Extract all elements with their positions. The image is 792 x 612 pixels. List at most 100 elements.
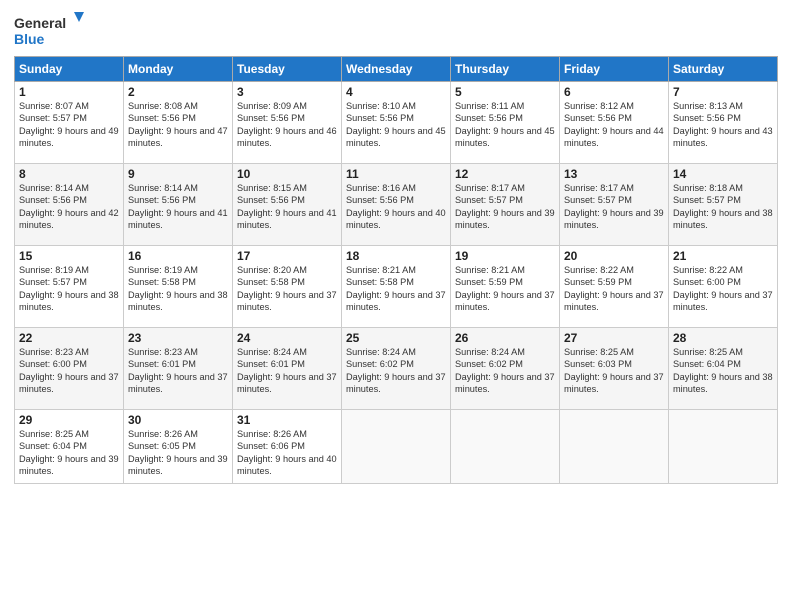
calendar-cell: 13 Sunrise: 8:17 AMSunset: 5:57 PMDaylig… xyxy=(560,164,669,246)
cell-info: Sunrise: 8:14 AMSunset: 5:56 PMDaylight:… xyxy=(19,183,119,230)
day-number: 5 xyxy=(455,85,555,99)
calendar-cell: 21 Sunrise: 8:22 AMSunset: 6:00 PMDaylig… xyxy=(669,246,778,328)
calendar-cell: 4 Sunrise: 8:10 AMSunset: 5:56 PMDayligh… xyxy=(342,82,451,164)
weekday-header-saturday: Saturday xyxy=(669,57,778,82)
calendar-cell: 30 Sunrise: 8:26 AMSunset: 6:05 PMDaylig… xyxy=(124,410,233,484)
logo: General Blue xyxy=(14,10,84,50)
cell-info: Sunrise: 8:22 AMSunset: 5:59 PMDaylight:… xyxy=(564,265,664,312)
day-number: 25 xyxy=(346,331,446,345)
day-number: 12 xyxy=(455,167,555,181)
cell-info: Sunrise: 8:09 AMSunset: 5:56 PMDaylight:… xyxy=(237,101,337,148)
day-number: 3 xyxy=(237,85,337,99)
cell-info: Sunrise: 8:07 AMSunset: 5:57 PMDaylight:… xyxy=(19,101,119,148)
calendar-cell: 2 Sunrise: 8:08 AMSunset: 5:56 PMDayligh… xyxy=(124,82,233,164)
cell-info: Sunrise: 8:08 AMSunset: 5:56 PMDaylight:… xyxy=(128,101,228,148)
weekday-header-thursday: Thursday xyxy=(451,57,560,82)
day-number: 23 xyxy=(128,331,228,345)
day-number: 4 xyxy=(346,85,446,99)
weekday-header-sunday: Sunday xyxy=(15,57,124,82)
cell-info: Sunrise: 8:25 AMSunset: 6:04 PMDaylight:… xyxy=(19,429,119,476)
day-number: 15 xyxy=(19,249,119,263)
day-number: 17 xyxy=(237,249,337,263)
cell-info: Sunrise: 8:23 AMSunset: 6:01 PMDaylight:… xyxy=(128,347,228,394)
calendar-cell: 9 Sunrise: 8:14 AMSunset: 5:56 PMDayligh… xyxy=(124,164,233,246)
calendar-cell xyxy=(669,410,778,484)
day-number: 8 xyxy=(19,167,119,181)
cell-info: Sunrise: 8:25 AMSunset: 6:04 PMDaylight:… xyxy=(673,347,773,394)
day-number: 28 xyxy=(673,331,773,345)
calendar-cell: 20 Sunrise: 8:22 AMSunset: 5:59 PMDaylig… xyxy=(560,246,669,328)
day-number: 14 xyxy=(673,167,773,181)
cell-info: Sunrise: 8:24 AMSunset: 6:02 PMDaylight:… xyxy=(346,347,446,394)
day-number: 27 xyxy=(564,331,664,345)
page-container: General Blue SundayMondayTuesdayWednesda… xyxy=(0,0,792,492)
day-number: 6 xyxy=(564,85,664,99)
day-number: 9 xyxy=(128,167,228,181)
day-number: 31 xyxy=(237,413,337,427)
calendar-cell: 1 Sunrise: 8:07 AMSunset: 5:57 PMDayligh… xyxy=(15,82,124,164)
day-number: 18 xyxy=(346,249,446,263)
calendar-cell xyxy=(342,410,451,484)
day-number: 13 xyxy=(564,167,664,181)
cell-info: Sunrise: 8:13 AMSunset: 5:56 PMDaylight:… xyxy=(673,101,773,148)
calendar-cell: 17 Sunrise: 8:20 AMSunset: 5:58 PMDaylig… xyxy=(233,246,342,328)
day-number: 7 xyxy=(673,85,773,99)
cell-info: Sunrise: 8:19 AMSunset: 5:58 PMDaylight:… xyxy=(128,265,228,312)
day-number: 2 xyxy=(128,85,228,99)
logo-svg: General Blue xyxy=(14,10,84,50)
calendar-cell: 27 Sunrise: 8:25 AMSunset: 6:03 PMDaylig… xyxy=(560,328,669,410)
calendar-cell: 14 Sunrise: 8:18 AMSunset: 5:57 PMDaylig… xyxy=(669,164,778,246)
cell-info: Sunrise: 8:10 AMSunset: 5:56 PMDaylight:… xyxy=(346,101,446,148)
cell-info: Sunrise: 8:19 AMSunset: 5:57 PMDaylight:… xyxy=(19,265,119,312)
cell-info: Sunrise: 8:18 AMSunset: 5:57 PMDaylight:… xyxy=(673,183,773,230)
cell-info: Sunrise: 8:24 AMSunset: 6:02 PMDaylight:… xyxy=(455,347,555,394)
weekday-header-wednesday: Wednesday xyxy=(342,57,451,82)
calendar-cell: 16 Sunrise: 8:19 AMSunset: 5:58 PMDaylig… xyxy=(124,246,233,328)
calendar-cell: 29 Sunrise: 8:25 AMSunset: 6:04 PMDaylig… xyxy=(15,410,124,484)
svg-text:Blue: Blue xyxy=(14,31,45,47)
day-number: 11 xyxy=(346,167,446,181)
calendar-cell: 24 Sunrise: 8:24 AMSunset: 6:01 PMDaylig… xyxy=(233,328,342,410)
cell-info: Sunrise: 8:11 AMSunset: 5:56 PMDaylight:… xyxy=(455,101,555,148)
calendar-cell: 6 Sunrise: 8:12 AMSunset: 5:56 PMDayligh… xyxy=(560,82,669,164)
cell-info: Sunrise: 8:14 AMSunset: 5:56 PMDaylight:… xyxy=(128,183,228,230)
calendar-cell: 11 Sunrise: 8:16 AMSunset: 5:56 PMDaylig… xyxy=(342,164,451,246)
header: General Blue xyxy=(14,10,778,50)
cell-info: Sunrise: 8:21 AMSunset: 5:59 PMDaylight:… xyxy=(455,265,555,312)
day-number: 30 xyxy=(128,413,228,427)
cell-info: Sunrise: 8:24 AMSunset: 6:01 PMDaylight:… xyxy=(237,347,337,394)
cell-info: Sunrise: 8:26 AMSunset: 6:05 PMDaylight:… xyxy=(128,429,228,476)
calendar-cell: 31 Sunrise: 8:26 AMSunset: 6:06 PMDaylig… xyxy=(233,410,342,484)
cell-info: Sunrise: 8:25 AMSunset: 6:03 PMDaylight:… xyxy=(564,347,664,394)
calendar-cell: 18 Sunrise: 8:21 AMSunset: 5:58 PMDaylig… xyxy=(342,246,451,328)
cell-info: Sunrise: 8:21 AMSunset: 5:58 PMDaylight:… xyxy=(346,265,446,312)
calendar-cell: 26 Sunrise: 8:24 AMSunset: 6:02 PMDaylig… xyxy=(451,328,560,410)
calendar-cell: 15 Sunrise: 8:19 AMSunset: 5:57 PMDaylig… xyxy=(15,246,124,328)
calendar-table: SundayMondayTuesdayWednesdayThursdayFrid… xyxy=(14,56,778,484)
calendar-cell: 8 Sunrise: 8:14 AMSunset: 5:56 PMDayligh… xyxy=(15,164,124,246)
calendar-cell xyxy=(560,410,669,484)
cell-info: Sunrise: 8:17 AMSunset: 5:57 PMDaylight:… xyxy=(455,183,555,230)
cell-info: Sunrise: 8:15 AMSunset: 5:56 PMDaylight:… xyxy=(237,183,337,230)
weekday-header-tuesday: Tuesday xyxy=(233,57,342,82)
day-number: 20 xyxy=(564,249,664,263)
calendar-cell: 7 Sunrise: 8:13 AMSunset: 5:56 PMDayligh… xyxy=(669,82,778,164)
cell-info: Sunrise: 8:22 AMSunset: 6:00 PMDaylight:… xyxy=(673,265,773,312)
calendar-cell: 22 Sunrise: 8:23 AMSunset: 6:00 PMDaylig… xyxy=(15,328,124,410)
calendar-cell: 12 Sunrise: 8:17 AMSunset: 5:57 PMDaylig… xyxy=(451,164,560,246)
weekday-header-row: SundayMondayTuesdayWednesdayThursdayFrid… xyxy=(15,57,778,82)
calendar-cell: 23 Sunrise: 8:23 AMSunset: 6:01 PMDaylig… xyxy=(124,328,233,410)
cell-info: Sunrise: 8:23 AMSunset: 6:00 PMDaylight:… xyxy=(19,347,119,394)
day-number: 10 xyxy=(237,167,337,181)
day-number: 24 xyxy=(237,331,337,345)
calendar-cell: 5 Sunrise: 8:11 AMSunset: 5:56 PMDayligh… xyxy=(451,82,560,164)
day-number: 26 xyxy=(455,331,555,345)
calendar-cell: 25 Sunrise: 8:24 AMSunset: 6:02 PMDaylig… xyxy=(342,328,451,410)
cell-info: Sunrise: 8:20 AMSunset: 5:58 PMDaylight:… xyxy=(237,265,337,312)
calendar-cell: 10 Sunrise: 8:15 AMSunset: 5:56 PMDaylig… xyxy=(233,164,342,246)
calendar-cell xyxy=(451,410,560,484)
calendar-cell: 19 Sunrise: 8:21 AMSunset: 5:59 PMDaylig… xyxy=(451,246,560,328)
day-number: 22 xyxy=(19,331,119,345)
cell-info: Sunrise: 8:16 AMSunset: 5:56 PMDaylight:… xyxy=(346,183,446,230)
cell-info: Sunrise: 8:17 AMSunset: 5:57 PMDaylight:… xyxy=(564,183,664,230)
